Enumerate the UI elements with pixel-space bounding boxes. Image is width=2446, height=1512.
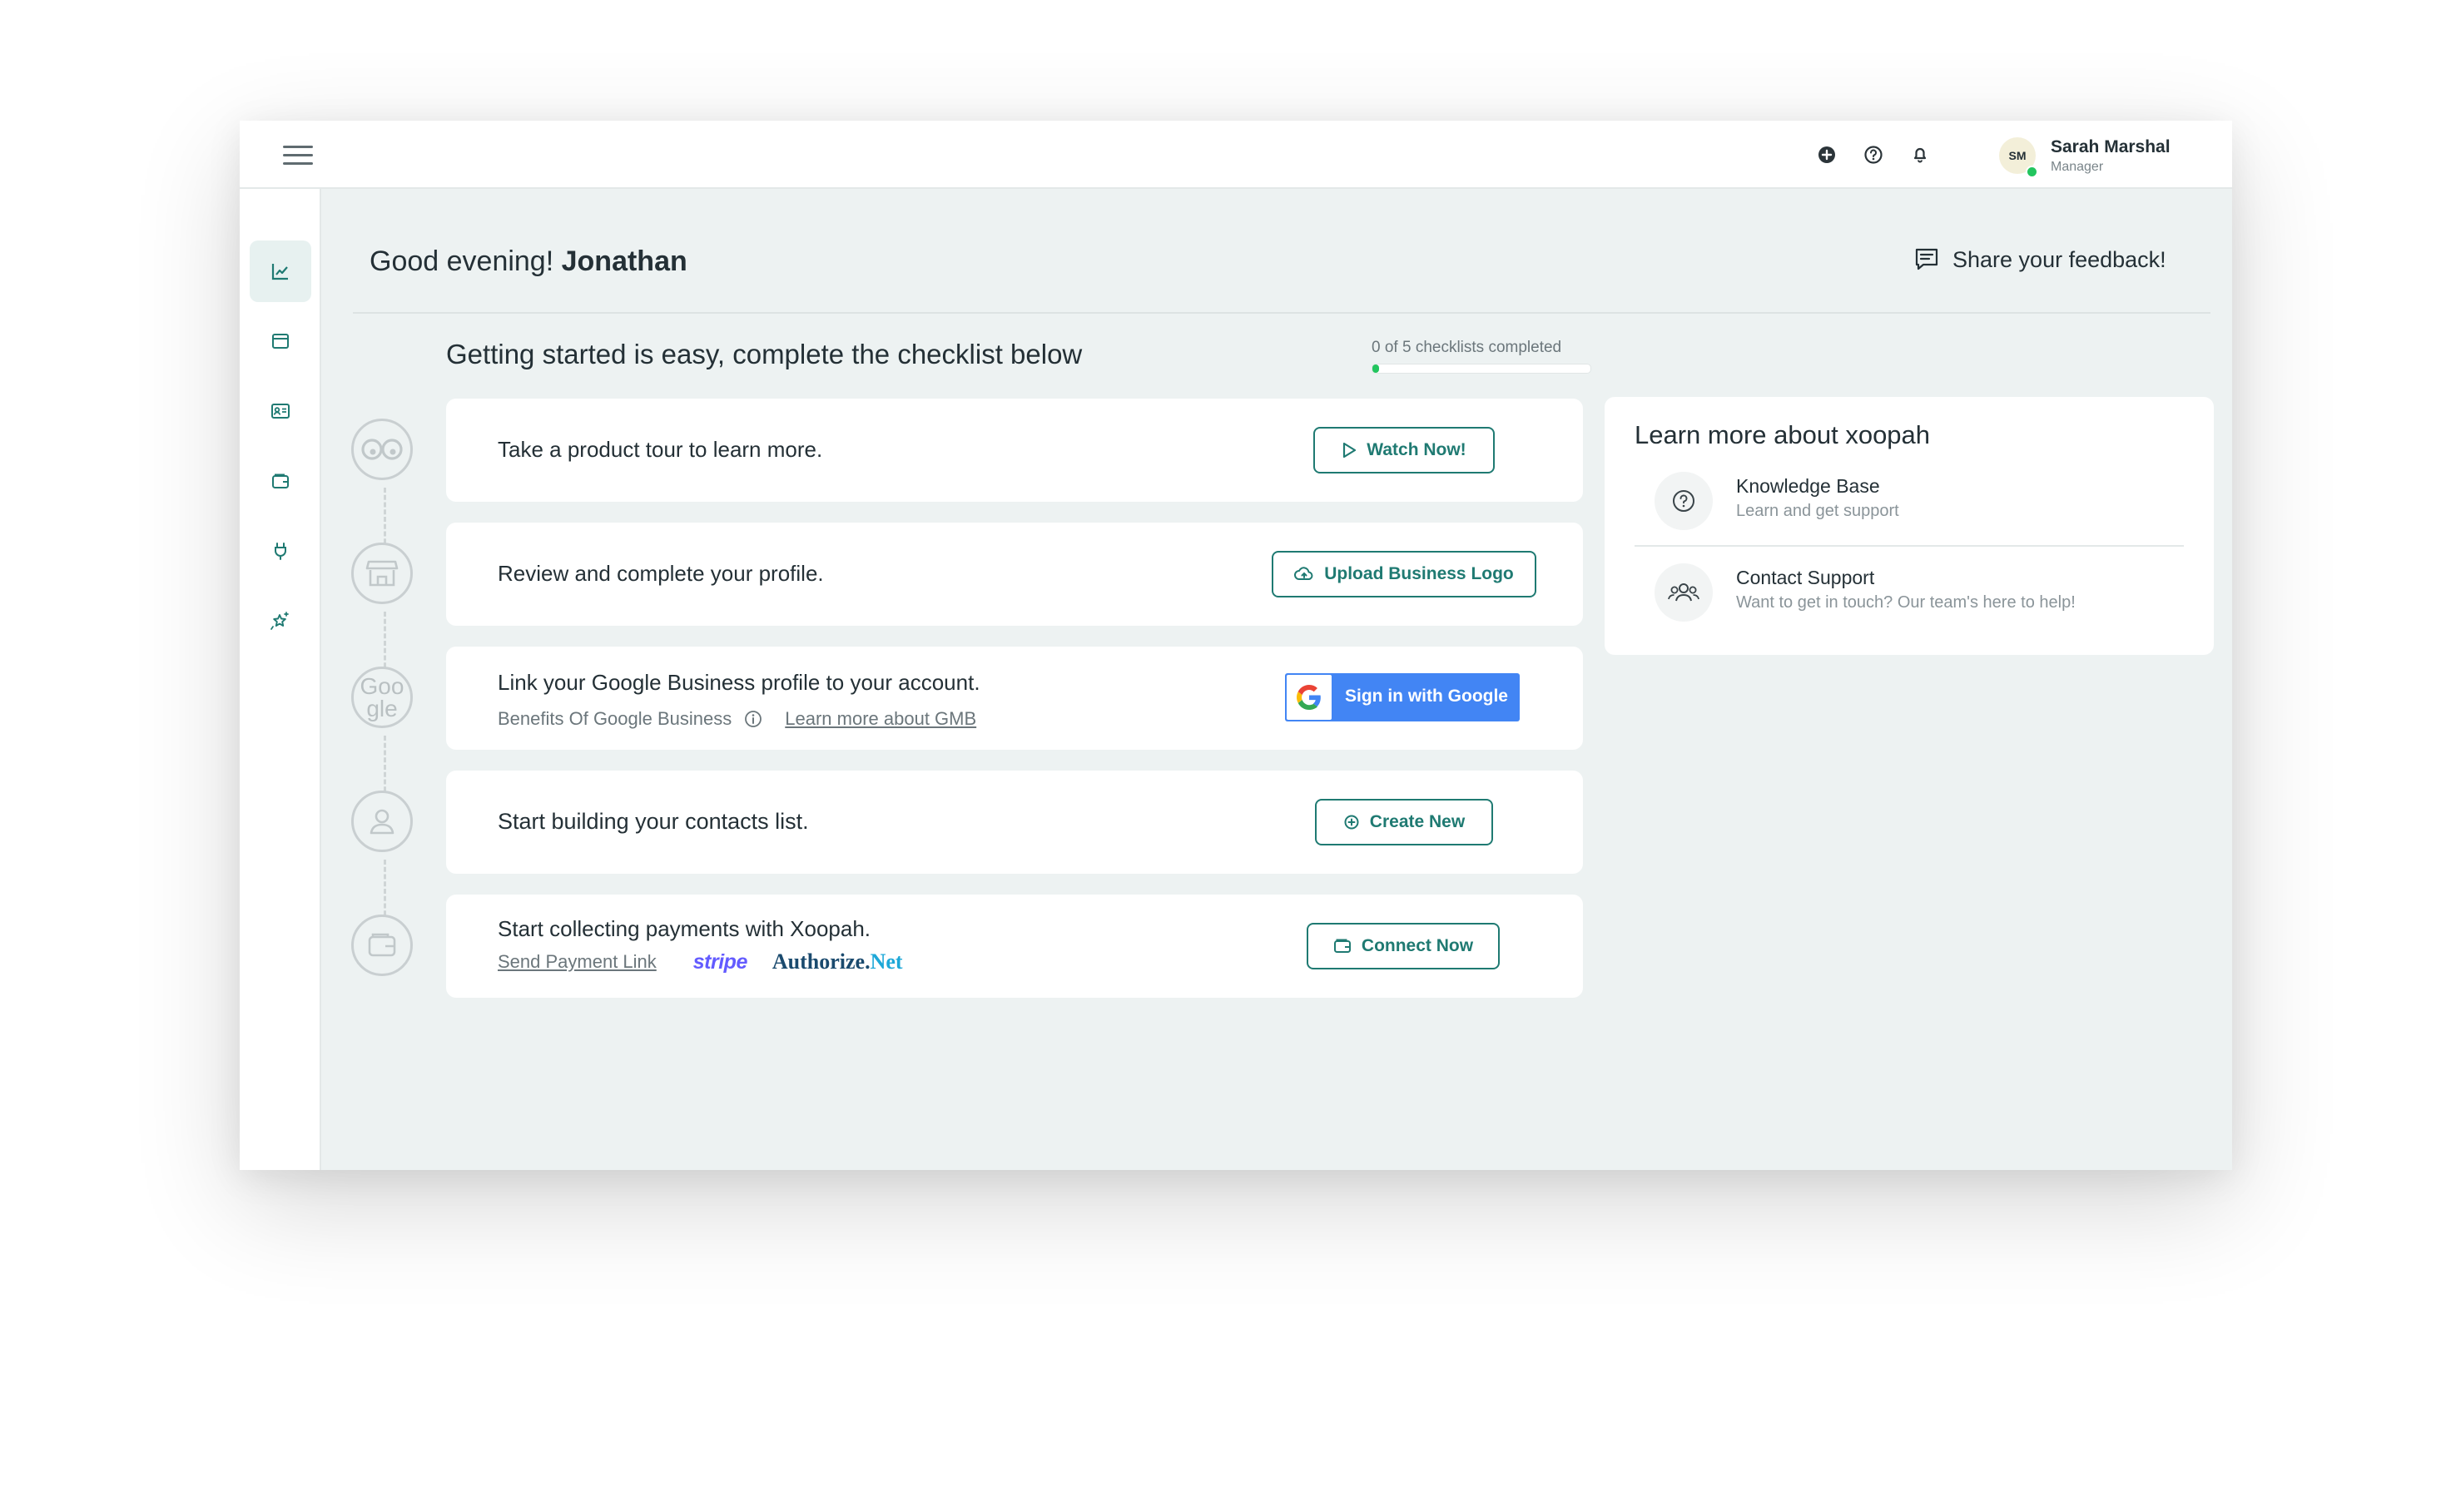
send-payment-link[interactable]: Send Payment Link <box>498 951 657 973</box>
sidebar <box>240 189 321 1170</box>
card-title: Review and complete your profile. <box>498 561 824 586</box>
item-desc: Want to get in touch? Our team's here to… <box>1736 593 2076 612</box>
timeline-connector <box>384 860 386 923</box>
stripe-logo: stripe <box>692 949 748 974</box>
question-circle-icon <box>1655 472 1713 530</box>
online-status-dot <box>2026 166 2038 178</box>
connect-now-button[interactable]: Connect Now <box>1307 923 1500 969</box>
google-icon-alt-text: Google <box>360 673 404 721</box>
contact-card-icon <box>271 404 290 419</box>
hamburger-menu-icon[interactable] <box>283 146 313 166</box>
step-5-circle <box>351 915 413 976</box>
wallet-icon <box>272 473 289 488</box>
item-desc: Learn and get support <box>1736 502 1899 520</box>
chart-icon <box>271 264 288 280</box>
item-name: Knowledge Base <box>1736 475 1880 497</box>
app-window: SM Sarah Marshal Manager Good evening! J… <box>240 121 2232 1170</box>
button-label: Watch Now! <box>1367 440 1466 459</box>
sidebar-item-integrations[interactable] <box>250 520 311 582</box>
watch-now-button[interactable]: Watch Now! <box>1313 427 1495 473</box>
checklist-item-payments: Start collecting payments with Xoopah. S… <box>446 895 1583 998</box>
eyes-icon <box>361 439 403 460</box>
progress-label: 0 of 5 checklists completed <box>1372 339 1562 356</box>
sidebar-item-payments[interactable] <box>250 450 311 512</box>
cloud-upload-icon <box>1294 567 1313 580</box>
progress-bar <box>1372 364 1591 374</box>
google-logo-icon <box>1287 675 1332 720</box>
plus-circle-icon <box>1344 815 1359 830</box>
team-icon <box>1655 563 1713 622</box>
share-feedback-button[interactable]: Share your feedback! <box>1913 245 2166 274</box>
learn-more-title: Learn more about xoopah <box>1635 420 1931 449</box>
browser-window-icon <box>272 334 289 349</box>
learn-more-gmb-link[interactable]: Learn more about GMB <box>785 708 976 730</box>
chat-bubble-icon <box>1915 248 1938 270</box>
card-title: Start collecting payments with Xoopah. <box>498 916 871 941</box>
sidebar-item-browser[interactable] <box>250 310 311 372</box>
info-icon[interactable] <box>743 709 763 729</box>
sidebar-item-contacts[interactable] <box>250 380 311 442</box>
item-name: Contact Support <box>1736 567 1875 588</box>
button-label: Connect Now <box>1361 936 1474 955</box>
authorize-net-logo: Authorize.Net <box>772 949 903 974</box>
knowledge-base-item[interactable]: Knowledge Base Learn and get support <box>1635 464 2184 547</box>
greeting-user-name: Jonathan <box>561 245 687 277</box>
user-role: Manager <box>2051 160 2104 174</box>
timeline-connector <box>384 612 386 675</box>
checklist-item-contacts: Start building your contacts list. Creat… <box>446 771 1583 874</box>
sidebar-item-reviews[interactable] <box>250 590 311 652</box>
card-title: Start building your contacts list. <box>498 809 809 834</box>
add-circle-icon[interactable] <box>1813 141 1841 169</box>
bell-icon[interactable] <box>1906 141 1934 169</box>
user-name[interactable]: Sarah Marshal <box>2051 137 2171 157</box>
sign-in-with-google-button[interactable]: Sign in with Google <box>1285 673 1520 721</box>
greeting-text: Good evening! <box>370 245 554 277</box>
user-icon <box>370 809 394 835</box>
greeting: Good evening! Jonathan <box>370 245 687 278</box>
google-benefits-text: Benefits Of Google Business <box>498 708 732 729</box>
store-icon <box>365 560 399 587</box>
timeline-connector <box>384 488 386 551</box>
button-label: Sign in with Google <box>1345 687 1508 706</box>
button-label: Upload Business Logo <box>1324 564 1514 583</box>
help-icon[interactable] <box>1859 141 1888 169</box>
authnet-main: Authorize. <box>772 949 871 974</box>
checklist-item-profile: Review and complete your profile. Upload… <box>446 523 1583 626</box>
upload-business-logo-button[interactable]: Upload Business Logo <box>1272 551 1536 597</box>
card-subtitle: Send Payment Link stripe Authorize.Net <box>498 949 903 974</box>
top-bar: SM Sarah Marshal Manager <box>240 121 2232 189</box>
header-divider <box>353 312 2210 314</box>
play-icon <box>1343 442 1357 459</box>
wallet-icon <box>1333 939 1351 953</box>
sidebar-item-analytics[interactable] <box>250 240 311 302</box>
card-subtitle: Benefits Of Google Business Learn more a… <box>498 708 976 730</box>
plug-icon <box>275 543 286 560</box>
authnet-suffix: Net <box>870 949 903 974</box>
progress-fill <box>1372 364 1379 373</box>
create-new-button[interactable]: Create New <box>1315 799 1493 845</box>
learn-more-divider <box>1635 545 2184 547</box>
learn-more-panel: Learn more about xoopah Knowledge Base L… <box>1605 397 2214 655</box>
step-2-circle <box>351 543 413 604</box>
step-4-circle <box>351 791 413 852</box>
feedback-label: Share your feedback! <box>1952 246 2166 272</box>
checklist-item-product-tour: Take a product tour to learn more. Watch… <box>446 399 1583 502</box>
card-title: Link your Google Business profile to you… <box>498 670 980 695</box>
contact-support-item[interactable]: Contact Support Want to get in touch? Ou… <box>1635 555 2184 638</box>
step-3-circle: Google <box>351 667 413 728</box>
button-label: Create New <box>1369 812 1466 831</box>
checklist-item-google-business: Link your Google Business profile to you… <box>446 647 1583 750</box>
checklist-title: Getting started is easy, complete the ch… <box>446 339 1083 369</box>
step-1-circle <box>351 419 413 480</box>
wallet-icon <box>368 933 396 957</box>
card-title: Take a product tour to learn more. <box>498 437 823 462</box>
timeline-connector <box>384 736 386 799</box>
star-sparkle-icon <box>270 612 289 630</box>
